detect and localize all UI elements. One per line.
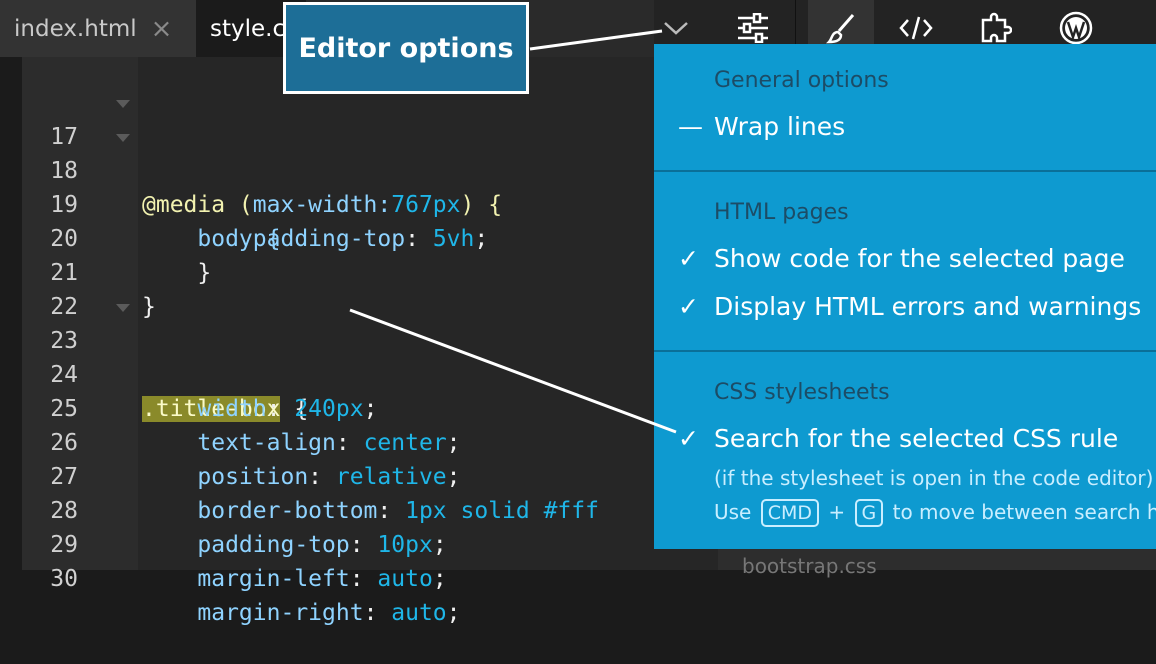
callout-label: Editor options — [298, 32, 514, 64]
code-token: auto — [391, 600, 447, 626]
code-token: margin-right — [142, 600, 364, 626]
code-token: ; — [446, 600, 461, 626]
annotation-lines — [349, 29, 677, 434]
editor-options-callout: Editor options — [283, 2, 529, 94]
code-token: : — [363, 600, 392, 626]
